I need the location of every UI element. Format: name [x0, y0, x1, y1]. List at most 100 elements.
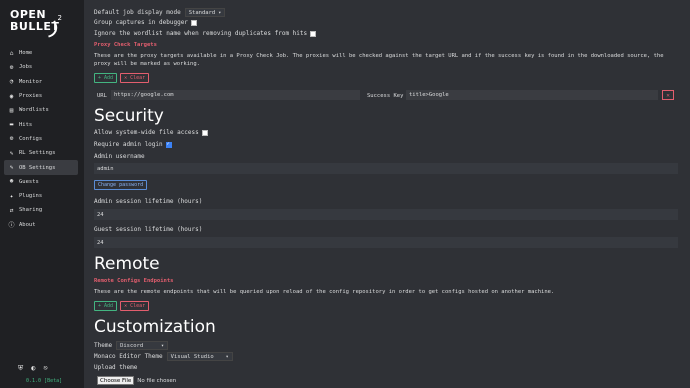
monitor-icon: ◔	[9, 78, 14, 86]
sidebar-item-label: Hits	[19, 121, 33, 128]
theme-row: Theme Discord ▾	[94, 341, 169, 350]
sidebar-item-hits[interactable]: ▬ Hits	[4, 117, 78, 131]
sidebar-item-configs[interactable]: ⚙ Configs	[4, 132, 78, 146]
sidebar-item-label: Wordlists	[19, 107, 49, 114]
wrench-icon: ✎	[9, 164, 14, 172]
success-key-label: Success Key	[367, 93, 404, 99]
job-display-mode-row: Default job display mode Standard ▾	[94, 8, 226, 17]
allow-file-access-row: Allow system-wide file access	[94, 129, 208, 136]
ignore-wordlist-row: Ignore the wordlist name when removing d…	[94, 30, 317, 37]
openbullet-logo[interactable]: OPEN BULLET 2	[10, 8, 66, 42]
remote-add-button[interactable]: + Add	[94, 301, 118, 311]
change-password-button[interactable]: Change password	[94, 180, 148, 190]
jobs-icon: ⚙	[9, 63, 14, 71]
wrench-icon: ✎	[9, 149, 14, 157]
editor-theme-value: Visual Studio	[170, 353, 214, 360]
allow-file-access-label: Allow system-wide file access	[94, 129, 199, 136]
customization-heading: Customization	[94, 317, 216, 337]
plugins-icon: ✦	[9, 192, 14, 200]
job-display-mode-label: Default job display mode	[94, 9, 181, 16]
sidebar-item-monitor[interactable]: ◔ Monitor	[4, 75, 78, 89]
group-captures-row: Group captures in debugger	[94, 19, 197, 26]
proxy-check-description: These are the proxy targets available in…	[94, 53, 664, 67]
sidebar-item-label: Home	[19, 50, 33, 57]
sidebar-item-label: RL Settings	[19, 150, 56, 157]
configs-icon: ⚙	[9, 135, 14, 143]
admin-username-input[interactable]: admin	[94, 163, 678, 174]
remote-add-label: Add	[104, 303, 114, 309]
sidebar-item-sharing[interactable]: ⇄ Sharing	[4, 203, 78, 217]
sidebar-item-label: About	[19, 221, 36, 228]
sidebar-item-proxies[interactable]: ◉ Proxies	[4, 89, 78, 103]
ignore-wordlist-label: Ignore the wordlist name when removing d…	[94, 30, 308, 37]
job-display-mode-select[interactable]: Standard ▾	[184, 8, 226, 17]
guest-lifetime-input[interactable]: 24	[94, 237, 678, 248]
proxy-add-button[interactable]: + Add	[94, 73, 118, 83]
proxy-url-label: URL	[97, 93, 107, 99]
sidebar-item-home[interactable]: ⌂ Home	[4, 46, 78, 60]
remote-heading: Remote	[94, 254, 160, 274]
sharing-icon: ⇄	[9, 206, 14, 214]
theme-value: Discord	[120, 342, 144, 349]
logo-version-mark: 2	[57, 14, 62, 22]
guests-icon: ☻	[9, 178, 14, 186]
group-captures-checkbox[interactable]	[190, 19, 197, 26]
sidebar-item-label: Guests	[19, 178, 39, 185]
remote-endpoints-title: Remote Configs Endpoints	[94, 278, 174, 284]
editor-theme-select[interactable]: Visual Studio ▾	[166, 352, 233, 361]
sidebar-item-label: Sharing	[19, 207, 43, 214]
editor-theme-label: Monaco Editor Theme	[94, 353, 163, 360]
job-display-mode-value: Standard	[188, 9, 216, 16]
remote-clear-button[interactable]: ✕ Clear	[120, 301, 150, 311]
theme-select[interactable]: Discord ▾	[116, 341, 169, 350]
success-key-input[interactable]: title>Google	[406, 90, 658, 100]
sidebar-item-label: Jobs	[19, 64, 33, 71]
remote-endpoints-description: These are the remote endpoints that will…	[94, 289, 555, 295]
sidebar-item-jobs[interactable]: ⚙ Jobs	[4, 60, 78, 74]
remote-clear-label: Clear	[130, 303, 146, 309]
require-login-checkbox[interactable]	[165, 141, 172, 148]
proxies-icon: ◉	[9, 92, 14, 100]
github-icon[interactable]: ⛨	[18, 364, 23, 373]
proxy-check-title: Proxy Check Targets	[94, 42, 157, 48]
sidebar-item-guests[interactable]: ☻ Guests	[4, 175, 78, 189]
require-login-label: Require admin login	[94, 141, 163, 148]
require-login-row: Require admin login	[94, 141, 172, 148]
remote-actions: + Add ✕ Clear	[94, 301, 150, 311]
sidebar-item-label: OB Settings	[19, 164, 56, 171]
ignore-wordlist-checkbox[interactable]	[310, 30, 317, 37]
admin-lifetime-label: Admin session lifetime (hours)	[94, 198, 203, 205]
version-label: 0.1.0 [Beta]	[26, 378, 63, 384]
allow-file-access-checkbox[interactable]	[201, 129, 208, 136]
sidebar-item-ob-settings[interactable]: ✎ OB Settings	[4, 160, 78, 175]
upload-theme-label: Upload theme	[94, 364, 138, 371]
proxy-clear-button[interactable]: ✕ Clear	[120, 73, 150, 83]
admin-lifetime-input[interactable]: 24	[94, 209, 678, 220]
choose-file-button[interactable]: Choose File	[97, 376, 135, 385]
sidebar: OPEN BULLET 2 ⌂ Home ⚙ Jobs ◔ Monitor ◉ Proxies…	[0, 0, 84, 388]
logout-icon[interactable]: ⎋	[43, 364, 47, 373]
sidebar-nav: ⌂ Home ⚙ Jobs ◔ Monitor ◉ Proxies ▤ Wordlists ▬ Hit…	[4, 46, 78, 232]
group-captures-label: Group captures in debugger	[94, 19, 188, 26]
hits-icon: ▬	[9, 121, 14, 129]
theme-toggle-icon[interactable]: ◐	[31, 364, 35, 373]
sidebar-item-label: Proxies	[19, 93, 43, 100]
home-icon: ⌂	[9, 49, 14, 57]
chevron-down-icon: ▾	[161, 342, 165, 349]
close-icon: ✕	[666, 91, 670, 99]
sidebar-item-plugins[interactable]: ✦ Plugins	[4, 189, 78, 203]
sidebar-item-label: Plugins	[19, 193, 43, 200]
chevron-down-icon: ▾	[225, 353, 229, 360]
security-heading: Security	[94, 106, 164, 126]
wordlists-icon: ▤	[9, 106, 14, 114]
info-icon: ⓘ	[8, 222, 15, 230]
remove-target-button[interactable]: ✕	[662, 90, 674, 100]
proxy-clear-label: Clear	[130, 75, 146, 81]
main-content: Default job display mode Standard ▾ Group…	[94, 0, 684, 388]
sidebar-item-label: Monitor	[19, 78, 43, 85]
proxy-check-actions: + Add ✕ Clear	[94, 73, 150, 83]
proxy-url-input[interactable]: https://google.com	[111, 90, 360, 100]
sidebar-item-about[interactable]: ⓘ About	[4, 218, 78, 232]
sidebar-item-wordlists[interactable]: ▤ Wordlists	[4, 103, 78, 117]
sidebar-item-rl-settings[interactable]: ✎ RL Settings	[4, 146, 78, 160]
